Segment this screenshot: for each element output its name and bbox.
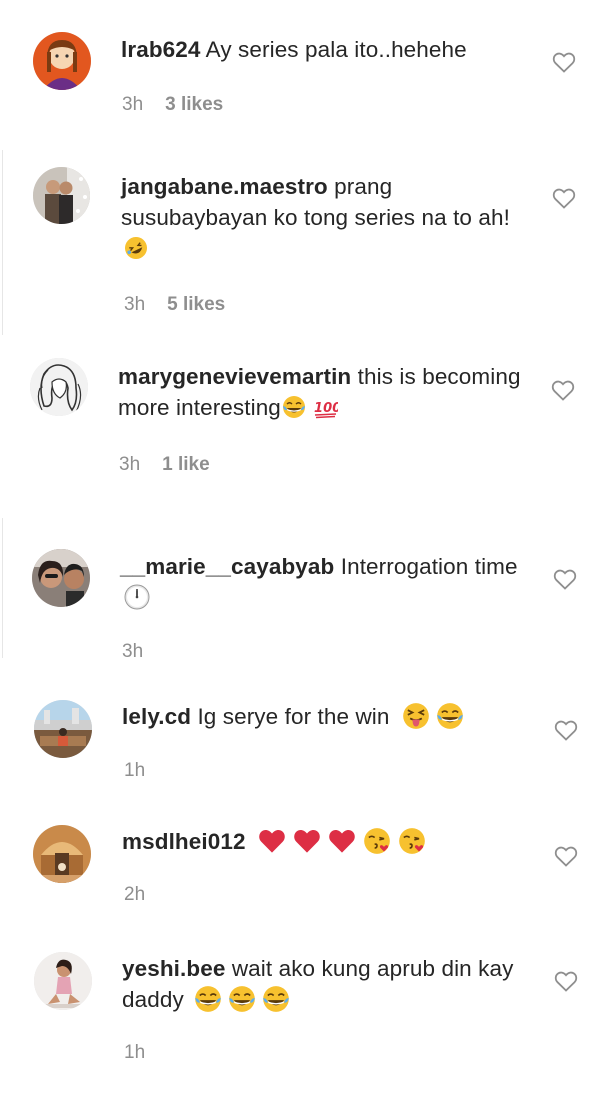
comment-meta: 2h — [124, 884, 145, 906]
comment-time[interactable]: 1h — [124, 1042, 145, 1063]
heart-outline-icon[interactable] — [554, 719, 578, 741]
comment-meta: 3h 5 likes — [124, 294, 225, 316]
kissing-heart-emoji — [398, 827, 426, 855]
comment-meta: 1h — [124, 1042, 145, 1064]
avatar[interactable] — [33, 167, 90, 224]
comment-time[interactable]: 3h — [122, 94, 143, 115]
comment-meta: 3h — [122, 641, 143, 663]
comment-username[interactable]: msdlhei012 — [122, 829, 246, 854]
comment-time[interactable]: 3h — [124, 294, 145, 315]
kissing-heart-emoji — [363, 827, 391, 855]
tears-of-joy-emoji — [262, 985, 290, 1013]
comment-meta: 1h — [124, 760, 145, 782]
comment-username[interactable]: lely.cd — [122, 704, 191, 729]
comment-username[interactable]: marygenevievemartin — [118, 364, 351, 389]
comment-time[interactable]: 3h — [122, 641, 143, 662]
avatar[interactable] — [34, 700, 92, 758]
clock-emoji — [124, 584, 150, 610]
heart-outline-icon[interactable] — [554, 970, 578, 992]
red-heart-emoji — [293, 827, 321, 855]
comment-likes[interactable]: 3 likes — [165, 94, 223, 115]
thread-rule — [2, 518, 3, 658]
hundred-points-emoji: 100 — [314, 395, 338, 419]
comment-username[interactable]: lrab624 — [121, 37, 201, 62]
comment-body: msdlhei012 — [122, 826, 542, 857]
comment-username[interactable]: jangabane.maestro — [121, 174, 328, 199]
avatar[interactable] — [33, 825, 91, 883]
comment-body: lely.cd Ig serye for the win — [122, 701, 542, 732]
comment-body: __marie__cayabyab Interrogation time — [120, 551, 520, 613]
avatar[interactable] — [32, 549, 90, 607]
comment-username[interactable]: yeshi.bee — [122, 956, 225, 981]
red-heart-emoji — [328, 827, 356, 855]
comment-body: lrab624 Ay series pala ito..hehehe — [121, 34, 541, 65]
comment-likes[interactable]: 5 likes — [167, 294, 225, 315]
tears-of-joy-emoji — [228, 985, 256, 1013]
heart-outline-icon[interactable] — [552, 187, 576, 209]
comment-time[interactable]: 3h — [119, 454, 140, 475]
comment-body: jangabane.maestro prang susubaybayan ko … — [121, 171, 533, 264]
tears-of-joy-emoji — [436, 702, 464, 730]
tears-of-joy-emoji — [194, 985, 222, 1013]
comment-text: Interrogation time — [340, 554, 518, 579]
avatar[interactable] — [33, 32, 91, 90]
heart-outline-icon[interactable] — [554, 845, 578, 867]
red-heart-emoji — [258, 827, 286, 855]
comment-time[interactable]: 2h — [124, 884, 145, 905]
squinting-tongue-emoji — [402, 702, 430, 730]
avatar[interactable] — [30, 358, 88, 416]
avatar[interactable] — [34, 952, 92, 1010]
thread-rule — [2, 150, 3, 335]
comment-text: Ig serye for the win — [197, 704, 390, 729]
comment-text: Ay series pala ito..hehehe — [205, 37, 467, 62]
rofl-emoji — [124, 236, 148, 260]
comment-body: marygenevievemartin this is becoming mor… — [118, 361, 534, 423]
comment-body: yeshi.bee wait ako kung aprub din kay da… — [122, 953, 534, 1015]
comment-meta: 3h 3 likes — [122, 94, 223, 116]
comment-meta: 3h 1 like — [119, 454, 210, 476]
comment-likes[interactable]: 1 like — [162, 454, 210, 475]
heart-outline-icon[interactable] — [551, 379, 575, 401]
comment-time[interactable]: 1h — [124, 760, 145, 781]
tears-of-joy-emoji — [282, 395, 306, 419]
heart-outline-icon[interactable] — [553, 568, 577, 590]
comment-username[interactable]: __marie__cayabyab — [120, 554, 334, 579]
heart-outline-icon[interactable] — [552, 51, 576, 73]
